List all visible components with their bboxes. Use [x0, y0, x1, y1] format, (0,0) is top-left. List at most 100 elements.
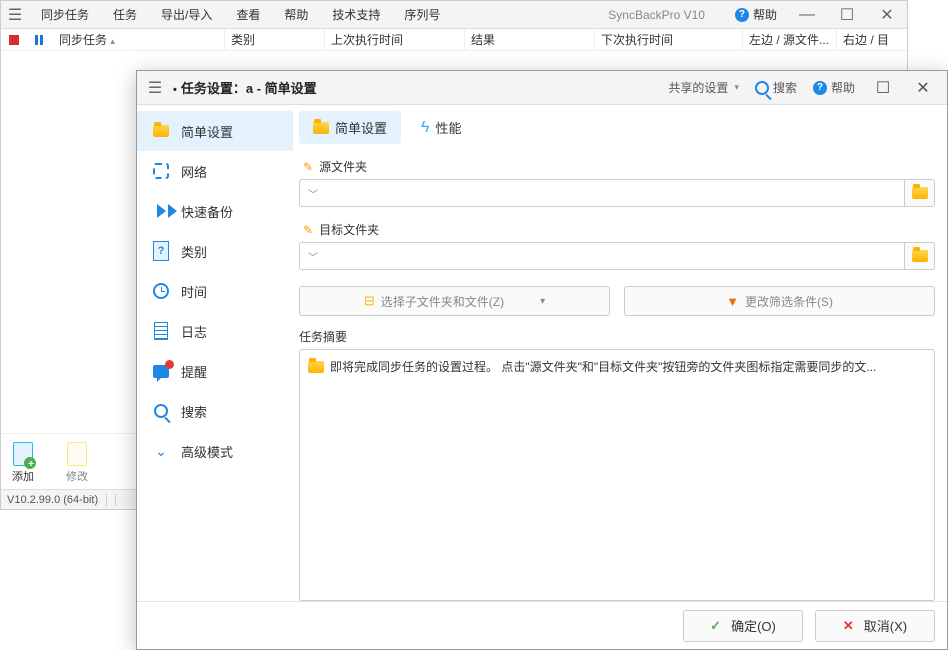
sidebar-item-label: 网络 [181, 162, 207, 181]
fastforward-icon [157, 204, 166, 218]
sidebar-item-simple[interactable]: 简单设置 [137, 111, 293, 151]
sidebar-item-time[interactable]: 时间 [137, 271, 293, 311]
close-button[interactable]: ✕ [867, 2, 907, 28]
menu-help[interactable]: 帮助 [272, 2, 320, 27]
search-icon [154, 404, 168, 418]
source-folder-label: ✎ 源文件夹 [303, 158, 935, 175]
cancel-button[interactable]: ✕ 取消(X) [815, 610, 935, 642]
dest-folder-label: ✎ 目标文件夹 [303, 221, 935, 238]
menu-view[interactable]: 查看 [224, 2, 272, 27]
chevron-down-icon: ﹀ [308, 249, 318, 264]
stop-icon [9, 35, 19, 45]
hamburger-icon[interactable]: ☰ [1, 5, 29, 25]
question-doc-icon: ? [153, 241, 169, 261]
sidebar-item-label: 提醒 [181, 362, 207, 381]
change-filter-button[interactable]: ▼ 更改筛选条件(S) [624, 286, 935, 316]
chevron-down-icon: ▾ [540, 296, 545, 307]
sidebar-item-category[interactable]: ? 类别 [137, 231, 293, 271]
sidebar-item-log[interactable]: 日志 [137, 311, 293, 351]
col-lastrun[interactable]: 上次执行时间 [325, 29, 465, 50]
menu-synctasks[interactable]: 同步任务 [29, 2, 101, 27]
version-text: V10.2.99.0 (64-bit) [7, 494, 98, 506]
edit-label: 修改 [66, 468, 88, 484]
sidebar-item-label: 类别 [181, 242, 207, 261]
menu-serial[interactable]: 序列号 [392, 2, 452, 27]
col-left[interactable]: 左边 / 源文件... [743, 29, 837, 50]
badge-icon [165, 360, 174, 369]
col-right[interactable]: 右边 / 目 [837, 29, 907, 50]
add-label: 添加 [12, 468, 34, 484]
chevron-down-icon: ⌄ [154, 444, 168, 458]
summary-label: 任务摘要 [299, 328, 935, 345]
add-button[interactable]: 添加 [11, 440, 35, 484]
menu-export[interactable]: 导出/导入 [149, 2, 224, 27]
pause-icon [35, 35, 45, 45]
task-summary-box: 即将完成同步任务的设置过程。 点击"源文件夹"和"目标文件夹"按钮旁的文件夹图标… [299, 349, 935, 601]
search-icon [755, 81, 769, 95]
col-synctask[interactable]: 同步任务 ▴ [53, 29, 225, 50]
maximize-button[interactable]: ☐ [827, 2, 867, 28]
sidebar-item-label: 简单设置 [181, 122, 233, 141]
funnel-icon: ▼ [726, 294, 739, 309]
source-folder-combo[interactable]: ﹀ [299, 179, 905, 207]
dest-folder-browse-button[interactable] [905, 242, 935, 270]
dialog-footer: ✓ 确定(O) ✕ 取消(X) [137, 601, 947, 649]
pencil-icon: ✎ [303, 160, 313, 174]
settings-sidebar: 简单设置 网络 快速备份 ? 类别 时间 日志 [137, 105, 293, 601]
sidebar-item-label: 搜索 [181, 402, 207, 421]
edit-button[interactable]: 修改 [65, 440, 89, 484]
sidebar-item-network[interactable]: 网络 [137, 151, 293, 191]
dialog-close-button[interactable]: ✕ [903, 73, 943, 103]
clock-icon [153, 283, 169, 299]
chat-icon [153, 365, 169, 378]
tab-simple[interactable]: 简单设置 [299, 111, 401, 144]
task-settings-dialog: ☰ •任务设置：a - 简单设置 共享的设置 搜索 ? 帮助 ☐ ✕ 简单设置 … [136, 70, 948, 650]
network-icon [153, 163, 169, 179]
ok-button[interactable]: ✓ 确定(O) [683, 610, 803, 642]
folder-icon [912, 187, 928, 199]
col-category[interactable]: 类别 [225, 29, 325, 50]
sidebar-item-remind[interactable]: 提醒 [137, 351, 293, 391]
choose-subfolders-button[interactable]: ⊟ 选择子文件夹和文件(Z) ▾ [299, 286, 610, 316]
dialog-titlebar: ☰ •任务设置：a - 简单设置 共享的设置 搜索 ? 帮助 ☐ ✕ [137, 71, 947, 105]
dialog-maximize-button[interactable]: ☐ [863, 73, 903, 103]
shared-settings-dropdown[interactable]: 共享的设置 [660, 79, 747, 96]
content-tabbar: 简单设置 ϟ 性能 [299, 111, 935, 144]
dest-folder-combo[interactable]: ﹀ [299, 242, 905, 270]
tab-performance[interactable]: ϟ 性能 [407, 111, 475, 144]
pause-button[interactable] [31, 31, 49, 49]
tree-icon: ⊟ [364, 293, 375, 309]
sidebar-item-advanced[interactable]: ⌄ 高级模式 [137, 431, 293, 471]
dialog-help[interactable]: ? 帮助 [805, 79, 863, 96]
sidebar-item-search[interactable]: 搜索 [137, 391, 293, 431]
folder-icon [308, 361, 324, 373]
source-folder-browse-button[interactable] [905, 179, 935, 207]
dialog-hamburger-icon[interactable]: ☰ [141, 78, 169, 98]
folder-icon [153, 125, 169, 137]
folder-icon [313, 122, 329, 134]
x-icon: ✕ [843, 618, 854, 634]
menu-tasks[interactable]: 任务 [101, 2, 149, 27]
dialog-title: •任务设置：a - 简单设置 [169, 78, 317, 97]
column-header-row: 同步任务 ▴ 类别 上次执行时间 结果 下次执行时间 左边 / 源文件... 右… [1, 29, 907, 51]
col-result[interactable]: 结果 [465, 29, 595, 50]
dialog-search[interactable]: 搜索 [747, 79, 805, 96]
add-icon [13, 442, 33, 466]
stop-button[interactable] [5, 31, 23, 49]
help-link[interactable]: ? 帮助 [725, 6, 787, 23]
edit-icon [67, 442, 87, 466]
sidebar-item-label: 时间 [181, 282, 207, 301]
menu-support[interactable]: 技术支持 [320, 2, 392, 27]
sidebar-item-label: 日志 [181, 322, 207, 341]
sidebar-item-label: 快速备份 [181, 202, 233, 221]
help-icon: ? [813, 81, 827, 95]
sidebar-item-fastbackup[interactable]: 快速备份 [137, 191, 293, 231]
settings-content: 简单设置 ϟ 性能 ✎ 源文件夹 ﹀ ✎ 目标文件夹 ﹀ [293, 105, 947, 601]
sidebar-item-label: 高级模式 [181, 442, 233, 461]
log-icon [154, 322, 168, 340]
pencil-icon: ✎ [303, 223, 313, 237]
minimize-button[interactable]: — [787, 2, 827, 28]
main-menubar: ☰ 同步任务 任务 导出/导入 查看 帮助 技术支持 序列号 SyncBackP… [1, 1, 907, 29]
col-nextrun[interactable]: 下次执行时间 [595, 29, 743, 50]
summary-text: 即将完成同步任务的设置过程。 点击"源文件夹"和"目标文件夹"按钮旁的文件夹图标… [330, 358, 876, 375]
